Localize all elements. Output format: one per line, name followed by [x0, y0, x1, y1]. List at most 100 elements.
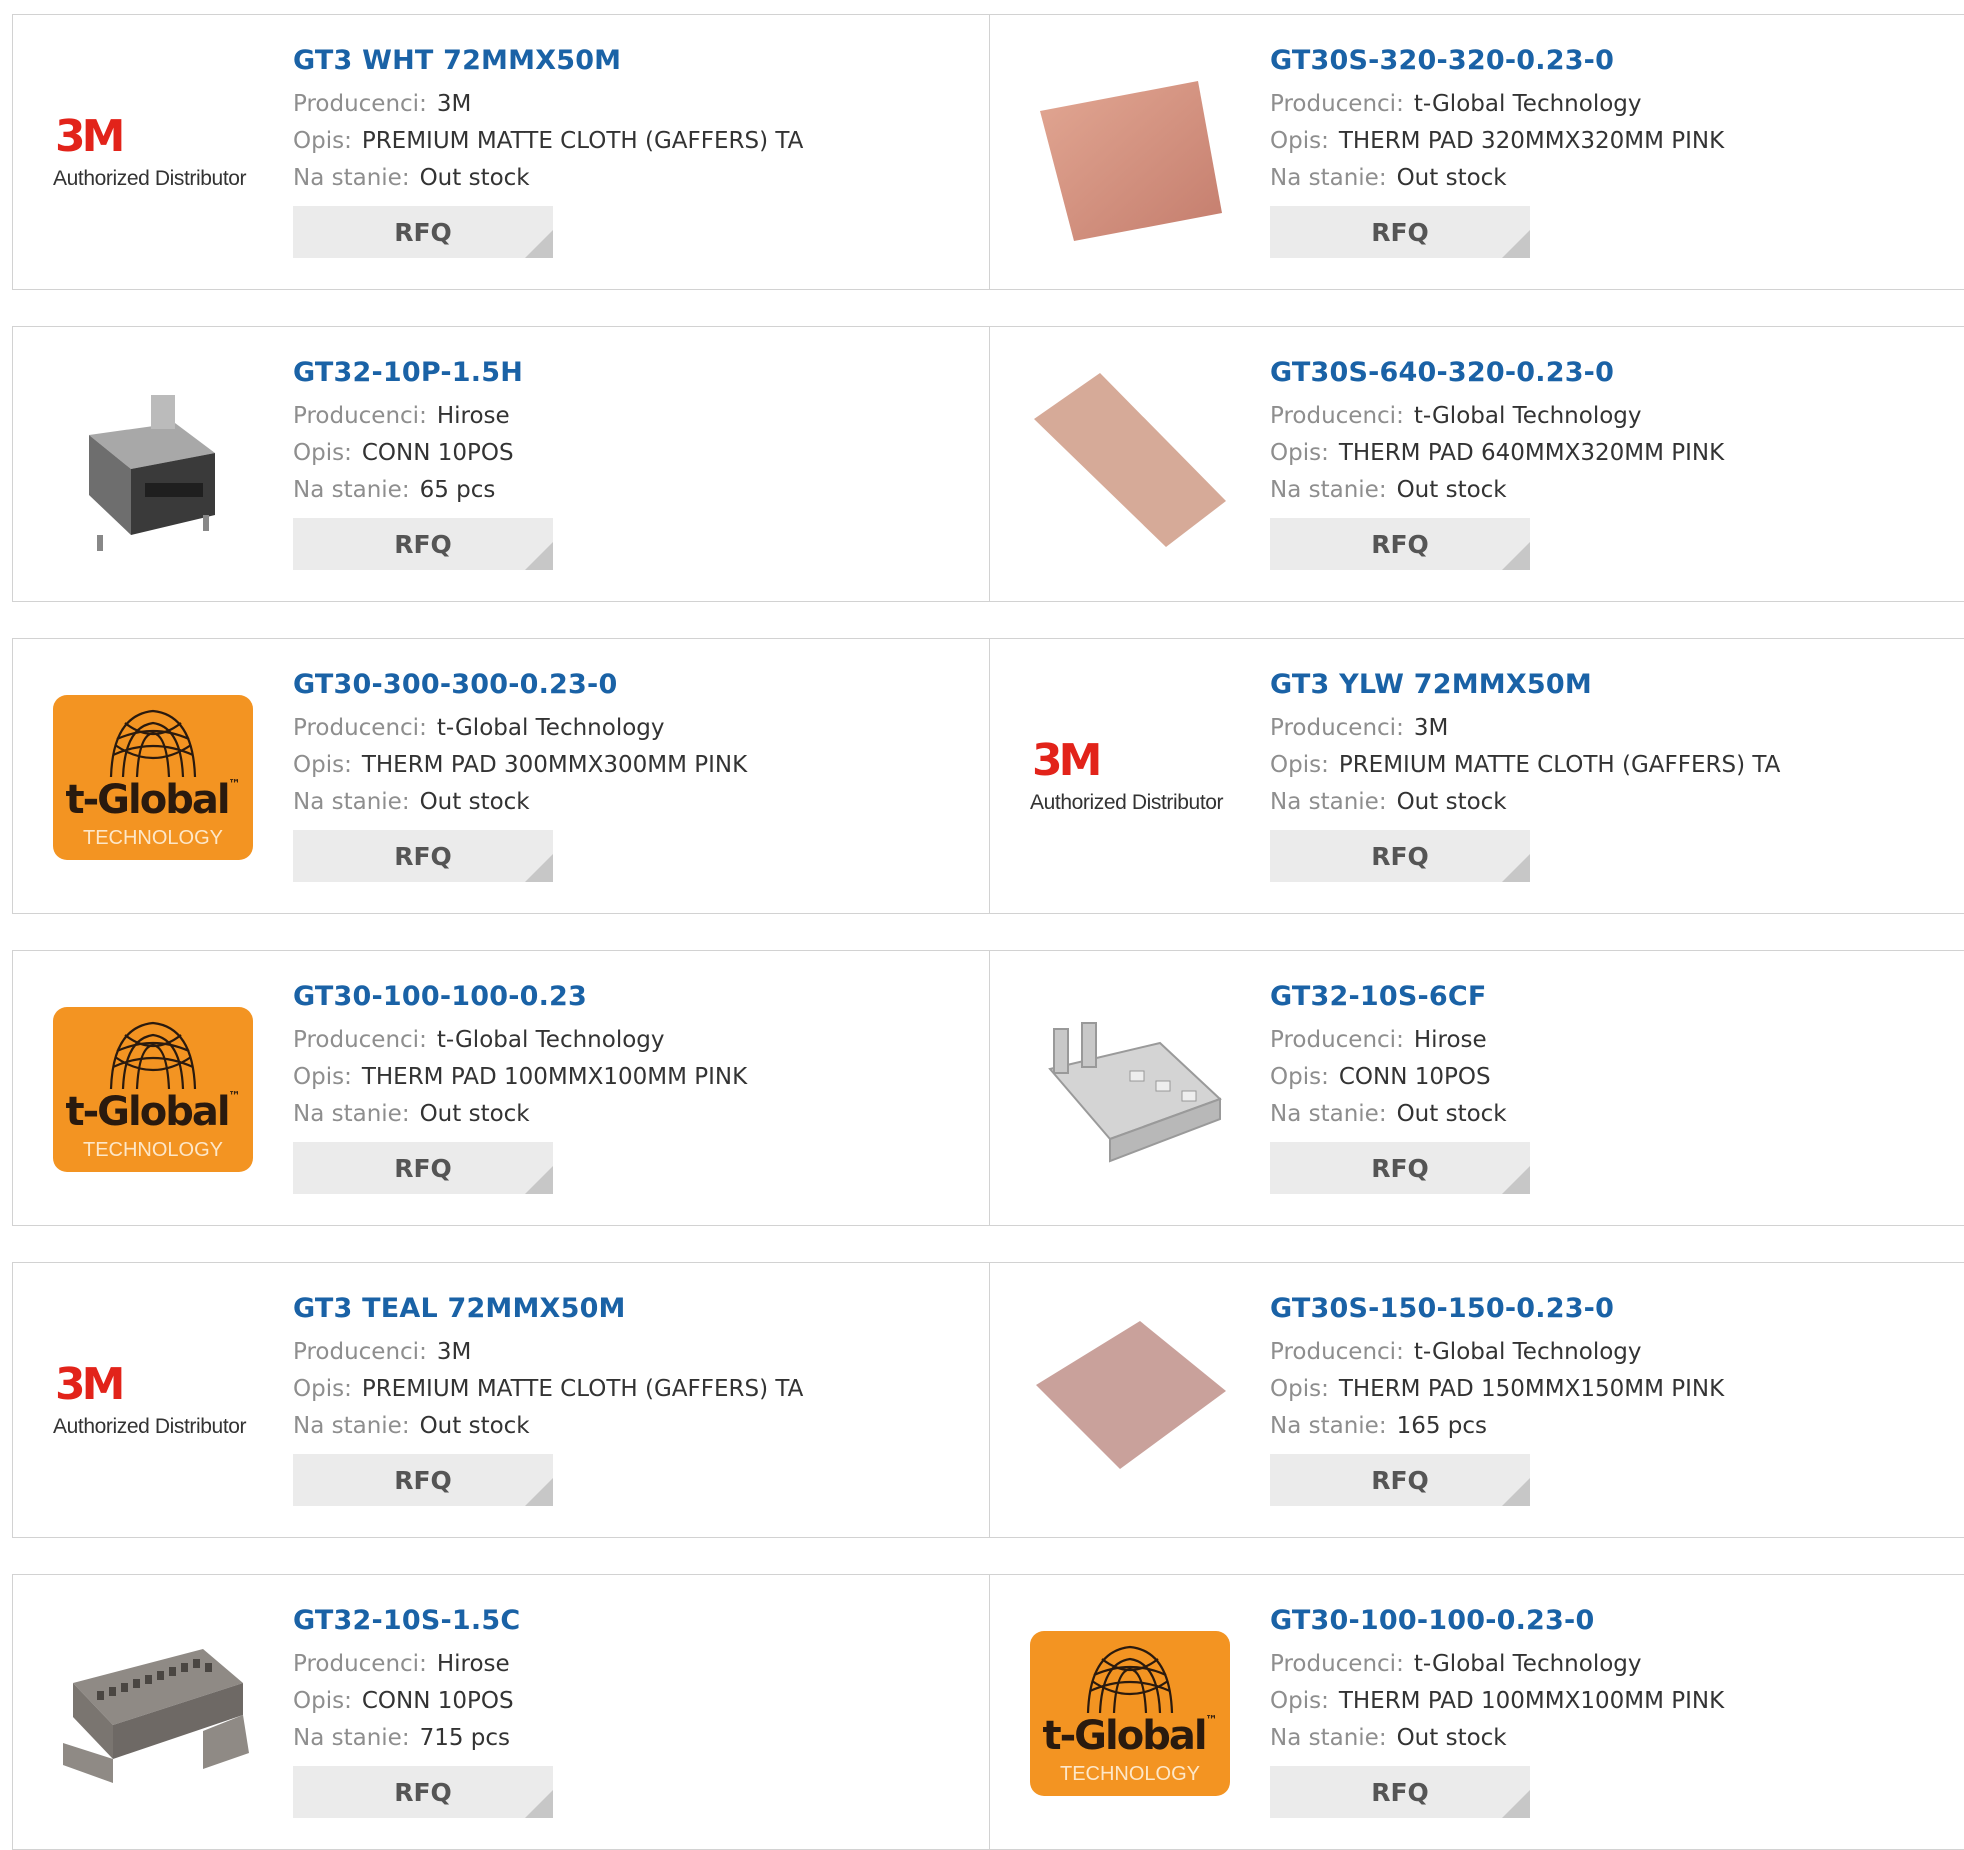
part-number-link[interactable]: GT32-10S-1.5C — [293, 1605, 969, 1636]
manufacturer-label: Producenci: — [1270, 715, 1404, 741]
rfq-button[interactable]: RFQ — [293, 206, 553, 258]
rfq-button[interactable]: RFQ — [1270, 1142, 1530, 1194]
rfq-button[interactable]: RFQ — [1270, 206, 1530, 258]
product-image[interactable] — [53, 365, 253, 565]
description-row: Opis: THERM PAD 320MMX320MM PINK — [1270, 123, 1956, 160]
manufacturer-value: t-Global Technology — [1413, 1651, 1642, 1677]
part-number-link[interactable]: GT3 YLW 72MMX50M — [1270, 669, 1956, 700]
description-row: Opis: CONN 10POS — [293, 1683, 969, 1720]
product-image[interactable] — [1030, 365, 1230, 565]
description-label: Opis: — [293, 128, 352, 154]
manufacturer-row: Producenci: Hirose — [293, 398, 969, 435]
manufacturer-value: t-Global Technology — [1413, 1339, 1642, 1365]
product-image[interactable]: 3M Authorized Distributor — [53, 53, 253, 253]
corner-triangle-icon — [525, 1478, 553, 1506]
product-card: 3M Authorized Distributor GT3 YLW 72MMX5… — [990, 638, 1964, 914]
product-card: GT30S-320-320-0.23-0 Producenci: t-Global… — [990, 14, 1964, 290]
product-image[interactable]: 3M Authorized Distributor — [1030, 677, 1230, 877]
description-value: CONN 10POS — [361, 440, 514, 466]
corner-triangle-icon — [525, 1790, 553, 1818]
description-label: Opis: — [1270, 1688, 1329, 1714]
description-row: Opis: PREMIUM MATTE CLOTH (GAFFERS) TA — [1270, 747, 1956, 784]
product-image[interactable]: t-Global™ TECHNOLOGY — [53, 989, 253, 1189]
part-number-link[interactable]: GT32-10P-1.5H — [293, 357, 969, 388]
product-image[interactable] — [1030, 1301, 1230, 1501]
stock-label: Na stanie: — [293, 1101, 410, 1127]
tglobal-tech-label: TECHNOLOGY — [82, 826, 224, 849]
rfq-label: RFQ — [1371, 217, 1429, 247]
trademark-symbol: ™ — [228, 776, 241, 791]
product-image[interactable] — [53, 1613, 253, 1813]
corner-triangle-icon — [525, 230, 553, 258]
rfq-button[interactable]: RFQ — [293, 1142, 553, 1194]
description-label: Opis: — [293, 440, 352, 466]
stock-row: Na stanie: 165 pcs — [1270, 1408, 1956, 1445]
part-number-link[interactable]: GT30S-640-320-0.23-0 — [1270, 357, 1956, 388]
product-image[interactable]: t-Global™ TECHNOLOGY — [53, 677, 253, 877]
tglobal-wordmark: t-Global — [1042, 1712, 1207, 1759]
corner-triangle-icon — [1502, 854, 1530, 882]
description-row: Opis: THERM PAD 640MMX320MM PINK — [1270, 435, 1956, 472]
product-card: t-Global™ TECHNOLOGY GT30-100-100-0.23 P… — [12, 950, 990, 1226]
rfq-label: RFQ — [394, 1465, 452, 1495]
globe-icon — [109, 1021, 197, 1089]
part-number-link[interactable]: GT30-300-300-0.23-0 — [293, 669, 969, 700]
rfq-label: RFQ — [394, 529, 452, 559]
3m-authorized-distributor-logo: 3M Authorized Distributor — [53, 1363, 253, 1439]
description-label: Opis: — [1270, 128, 1329, 154]
stock-value: 65 pcs — [419, 477, 496, 503]
tglobal-logo: t-Global™ TECHNOLOGY — [53, 1006, 253, 1172]
rfq-label: RFQ — [394, 1777, 452, 1807]
part-number-link[interactable]: GT32-10S-6CF — [1270, 981, 1956, 1012]
product-info: GT32-10S-6CF Producenci: Hirose Opis: CONN… — [1270, 981, 1956, 1194]
corner-triangle-icon — [1502, 542, 1530, 570]
manufacturer-row: Producenci: t-Global Technology — [1270, 86, 1956, 123]
corner-triangle-icon — [525, 542, 553, 570]
manufacturer-label: Producenci: — [1270, 1027, 1404, 1053]
part-number-link[interactable]: GT30-100-100-0.23 — [293, 981, 969, 1012]
rfq-label: RFQ — [394, 841, 452, 871]
rfq-label: RFQ — [1371, 1465, 1429, 1495]
manufacturer-label: Producenci: — [293, 403, 427, 429]
rfq-button[interactable]: RFQ — [1270, 518, 1530, 570]
product-image[interactable] — [1030, 989, 1230, 1189]
manufacturer-value: Hirose — [436, 403, 510, 429]
part-number-link[interactable]: GT3 TEAL 72MMX50M — [293, 1293, 969, 1324]
product-image[interactable] — [1030, 53, 1230, 253]
product-card: GT32-10S-1.5C Producenci: Hirose Opis: CON… — [12, 1574, 990, 1850]
description-value: THERM PAD 100MMX100MM PINK — [361, 1064, 748, 1090]
part-number-link[interactable]: GT30-100-100-0.23-0 — [1270, 1605, 1956, 1636]
stock-label: Na stanie: — [1270, 165, 1387, 191]
rfq-button[interactable]: RFQ — [293, 830, 553, 882]
stock-value: Out stock — [419, 1413, 530, 1439]
rfq-button[interactable]: RFQ — [1270, 1766, 1530, 1818]
manufacturer-value: t-Global Technology — [1413, 403, 1642, 429]
part-number-link[interactable]: GT30S-150-150-0.23-0 — [1270, 1293, 1956, 1324]
stock-value: Out stock — [1396, 1101, 1507, 1127]
corner-triangle-icon — [1502, 230, 1530, 258]
rfq-button[interactable]: RFQ — [293, 1766, 553, 1818]
description-value: PREMIUM MATTE CLOTH (GAFFERS) TA — [361, 1376, 804, 1402]
manufacturer-label: Producenci: — [1270, 91, 1404, 117]
part-number-link[interactable]: GT3 WHT 72MMX50M — [293, 45, 969, 76]
tglobal-wordmark: t-Global — [65, 1088, 230, 1135]
rfq-label: RFQ — [394, 1153, 452, 1183]
product-info: GT30-100-100-0.23 Producenci: t-Global Te… — [293, 981, 969, 1194]
rfq-button[interactable]: RFQ — [293, 1454, 553, 1506]
stock-label: Na stanie: — [1270, 477, 1387, 503]
description-value: CONN 10POS — [361, 1688, 514, 1714]
description-value: THERM PAD 320MMX320MM PINK — [1338, 128, 1725, 154]
product-info: GT30S-640-320-0.23-0 Producenci: t-Global… — [1270, 357, 1956, 570]
metal-shell-photo — [1048, 1022, 1222, 1163]
tglobal-tech-label: TECHNOLOGY — [1059, 1762, 1201, 1785]
part-number-link[interactable]: GT30S-320-320-0.23-0 — [1270, 45, 1956, 76]
product-image[interactable]: 3M Authorized Distributor — [53, 1301, 253, 1501]
rfq-button[interactable]: RFQ — [1270, 830, 1530, 882]
stock-row: Na stanie: Out stock — [293, 1408, 969, 1445]
description-row: Opis: THERM PAD 100MMX100MM PINK — [293, 1059, 969, 1096]
rfq-button[interactable]: RFQ — [1270, 1454, 1530, 1506]
rfq-button[interactable]: RFQ — [293, 518, 553, 570]
manufacturer-label: Producenci: — [1270, 1339, 1404, 1365]
rfq-label: RFQ — [394, 217, 452, 247]
product-image[interactable]: t-Global™ TECHNOLOGY — [1030, 1613, 1230, 1813]
